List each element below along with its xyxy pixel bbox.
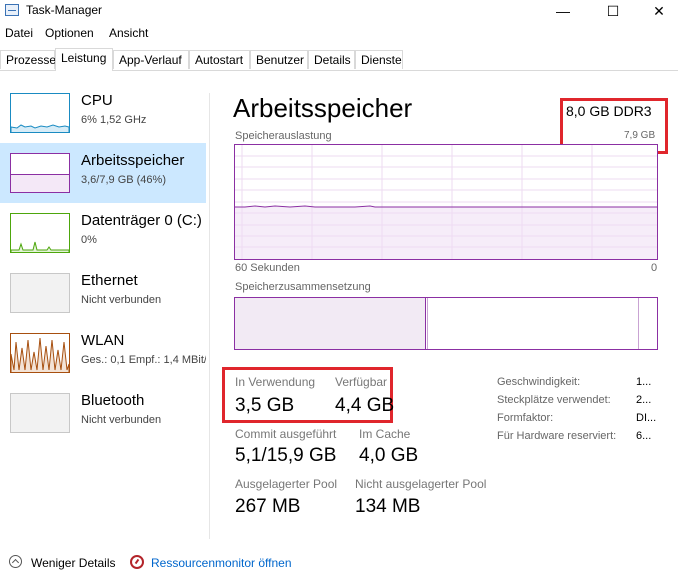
tab-autostart[interactable]: Autostart bbox=[189, 50, 250, 69]
sidebar-item-datentraeger[interactable]: Datenträger 0 (C:) 0% bbox=[0, 203, 206, 263]
commit-label: Commit ausgeführt bbox=[235, 427, 337, 441]
tab-details[interactable]: Details bbox=[308, 50, 355, 69]
sidebar-item-label: CPU bbox=[81, 92, 113, 109]
sidebar-item-detail: 6% 1,52 GHz bbox=[81, 114, 147, 126]
menu-optionen[interactable]: Optionen bbox=[45, 26, 94, 40]
ethernet-thumbnail-graph bbox=[10, 273, 70, 313]
menu-ansicht[interactable]: Ansicht bbox=[109, 26, 148, 40]
footer-bar: Weniger Details Ressourcenmonitor öffnen bbox=[0, 551, 678, 575]
composition-modified-segment bbox=[427, 298, 428, 349]
sidebar-item-label: Datenträger 0 (C:) bbox=[81, 212, 202, 229]
chevron-up-circle-icon bbox=[9, 555, 22, 568]
resource-monitor-icon bbox=[130, 555, 144, 569]
property-label: Steckplätze verwendet: bbox=[497, 394, 611, 406]
task-manager-icon bbox=[5, 4, 19, 16]
menu-datei[interactable]: Datei bbox=[5, 26, 33, 40]
tab-dienste[interactable]: Dienste bbox=[355, 50, 403, 69]
sidebar-item-wlan[interactable]: WLAN Ges.: 0,1 Empf.: 1,4 MBit/s bbox=[0, 323, 206, 383]
tab-leistung[interactable]: Leistung bbox=[55, 48, 113, 71]
window-title: Task-Manager bbox=[26, 3, 103, 17]
paged-pool-value: 267 MB bbox=[235, 496, 301, 517]
nonpaged-pool-label: Nicht ausgelagerter Pool bbox=[355, 477, 487, 491]
tab-benutzer[interactable]: Benutzer bbox=[250, 50, 308, 69]
property-value: 1... bbox=[636, 376, 652, 388]
sidebar-item-detail: Ges.: 0,1 Empf.: 1,4 MBit/s bbox=[81, 354, 206, 366]
property-label: Formfaktor: bbox=[497, 412, 554, 424]
property-value: 2... bbox=[636, 394, 652, 406]
memory-composition-bar bbox=[234, 297, 658, 350]
usage-graph-label: Speicherauslastung bbox=[235, 130, 332, 142]
property-value: DI... bbox=[636, 412, 657, 424]
close-button[interactable]: ✕ bbox=[636, 0, 678, 22]
ram-total: 7,9 GB bbox=[624, 130, 656, 141]
property-label: Für Hardware reserviert: bbox=[497, 430, 617, 442]
sidebar-item-label: Bluetooth bbox=[81, 392, 145, 409]
cpu-thumbnail-graph bbox=[10, 93, 70, 133]
sidebar-item-label: Ethernet bbox=[81, 272, 138, 289]
tab-app-verlauf[interactable]: App-Verlauf bbox=[113, 50, 189, 69]
available-value: 4,4 GB bbox=[335, 395, 395, 416]
sidebar-item-detail: Nicht verbunden bbox=[81, 414, 162, 426]
sidebar-item-cpu[interactable]: CPU 6% 1,52 GHz bbox=[0, 83, 206, 143]
axis-right-label: 0 bbox=[651, 262, 658, 274]
sidebar-item-detail: 3,6/7,9 GB (46%) bbox=[81, 174, 166, 186]
cache-label: Im Cache bbox=[359, 427, 411, 441]
wlan-thumbnail-graph bbox=[10, 333, 70, 373]
paged-pool-label: Ausgelagerter Pool bbox=[235, 477, 338, 491]
in-use-label: In Verwendung bbox=[235, 375, 316, 389]
axis-left-label: 60 Sekunden bbox=[235, 262, 300, 274]
sidebar-item-bluetooth[interactable]: Bluetooth Nicht verbunden bbox=[0, 383, 206, 443]
sidebar-item-detail: Nicht verbunden bbox=[81, 294, 162, 306]
memory-thumbnail-graph bbox=[10, 153, 70, 193]
composition-graph-label: Speicherzusammensetzung bbox=[235, 281, 371, 293]
nonpaged-pool-value: 134 MB bbox=[355, 496, 421, 517]
available-label: Verfügbar bbox=[335, 375, 388, 389]
in-use-value: 3,5 GB bbox=[235, 395, 295, 416]
page-title: Arbeitsspeicher bbox=[233, 93, 413, 123]
sidebar-divider bbox=[209, 93, 210, 539]
fewer-details-link[interactable]: Weniger Details bbox=[31, 556, 115, 570]
commit-value: 5,1/15,9 GB bbox=[235, 445, 337, 466]
sidebar-item-label: WLAN bbox=[81, 332, 125, 349]
bluetooth-thumbnail-graph bbox=[10, 393, 70, 433]
ram-type: 8,0 GB DDR3 bbox=[566, 103, 652, 119]
sidebar-item-ethernet[interactable]: Ethernet Nicht verbunden bbox=[0, 263, 206, 323]
sidebar-item-arbeitsspeicher[interactable]: Arbeitsspeicher 3,6/7,9 GB (46%) bbox=[0, 143, 206, 203]
sidebar-item-detail: 0% bbox=[81, 234, 97, 246]
tab-prozesse[interactable]: Prozesse bbox=[0, 50, 56, 69]
title-bar: Task-Manager — ☐ ✕ bbox=[0, 0, 678, 22]
disk-thumbnail-graph bbox=[10, 213, 70, 253]
composition-standby-marker bbox=[638, 298, 639, 349]
resource-monitor-link[interactable]: Ressourcenmonitor öffnen bbox=[151, 556, 292, 570]
memory-usage-graph bbox=[234, 144, 658, 260]
tab-bar: Prozesse Leistung App-Verlauf Autostart … bbox=[0, 48, 678, 71]
property-label: Geschwindigkeit: bbox=[497, 376, 581, 388]
sidebar-item-label: Arbeitsspeicher bbox=[81, 152, 185, 169]
minimize-button[interactable]: — bbox=[540, 0, 586, 22]
composition-in-use-segment bbox=[235, 298, 426, 349]
property-value: 6... bbox=[636, 430, 652, 442]
maximize-button[interactable]: ☐ bbox=[590, 0, 636, 22]
cache-value: 4,0 GB bbox=[359, 445, 419, 466]
